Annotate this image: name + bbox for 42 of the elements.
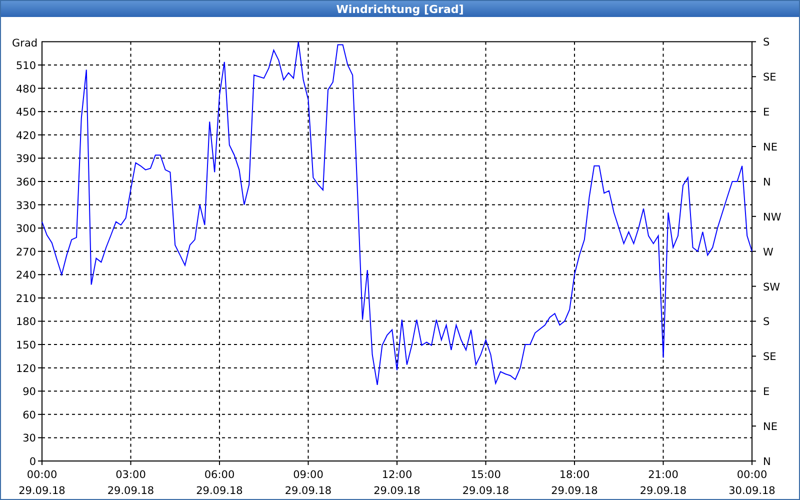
y-axis-label: 150 [16,340,36,352]
y-axis-title: Grad [12,38,38,50]
x-axis-label: 03:00 29.09.18 [107,469,154,497]
y-axis-label: 210 [16,292,36,305]
x-axis-label: 06:00 29.09.18 [196,469,243,497]
x-axis-label: 00:00 29.09.18 [18,469,66,497]
direction-label: S [763,316,770,328]
direction-label: E [763,386,770,398]
x-axis-label: 00:00 30.09.18 [728,469,776,497]
y-axis-label: 450 [16,106,36,119]
x-axis-label: 15:00 29.09.18 [462,469,510,497]
x-axis-label: 18:00 29.09.18 [551,469,598,497]
y-axis-label: 360 [16,176,36,188]
y-axis-label: 60 [22,409,36,422]
x-axis-label: 12:00 29.09.18 [374,469,420,497]
direction-label: N [763,176,771,188]
y-axis-label: 240 [16,270,36,282]
y-axis-label: 420 [16,130,36,142]
y-axis-label: 480 [16,83,36,96]
direction-label: SE [763,351,776,364]
direction-label: NE [763,142,778,154]
direction-label: NE [763,421,778,434]
direction-label: E [763,106,770,119]
window-title: Windrichtung [Grad] [1,1,799,17]
y-axis-label: 510 [16,60,36,72]
y-axis-label: 30 [22,432,36,445]
y-axis-label: 90 [22,386,36,398]
y-axis-label: 120 [16,362,36,375]
x-axis-label: 09:00 29.09.18 [284,469,332,497]
direction-label: N [763,456,771,468]
y-axis-label: 180 [16,316,36,328]
y-axis-label: 270 [16,246,36,258]
y-axis-label: 330 [16,200,36,212]
x-axis-label: 21:00 29.09.18 [640,469,687,497]
direction-label: W [763,246,774,258]
direction-label: SW [763,281,780,294]
y-axis-label: 300 [16,223,36,236]
y-axis-label: 0 [29,456,36,468]
direction-label: SE [763,72,776,84]
direction-label: NW [763,211,782,224]
y-axis-label: 390 [16,153,36,166]
direction-label: S [763,36,770,49]
